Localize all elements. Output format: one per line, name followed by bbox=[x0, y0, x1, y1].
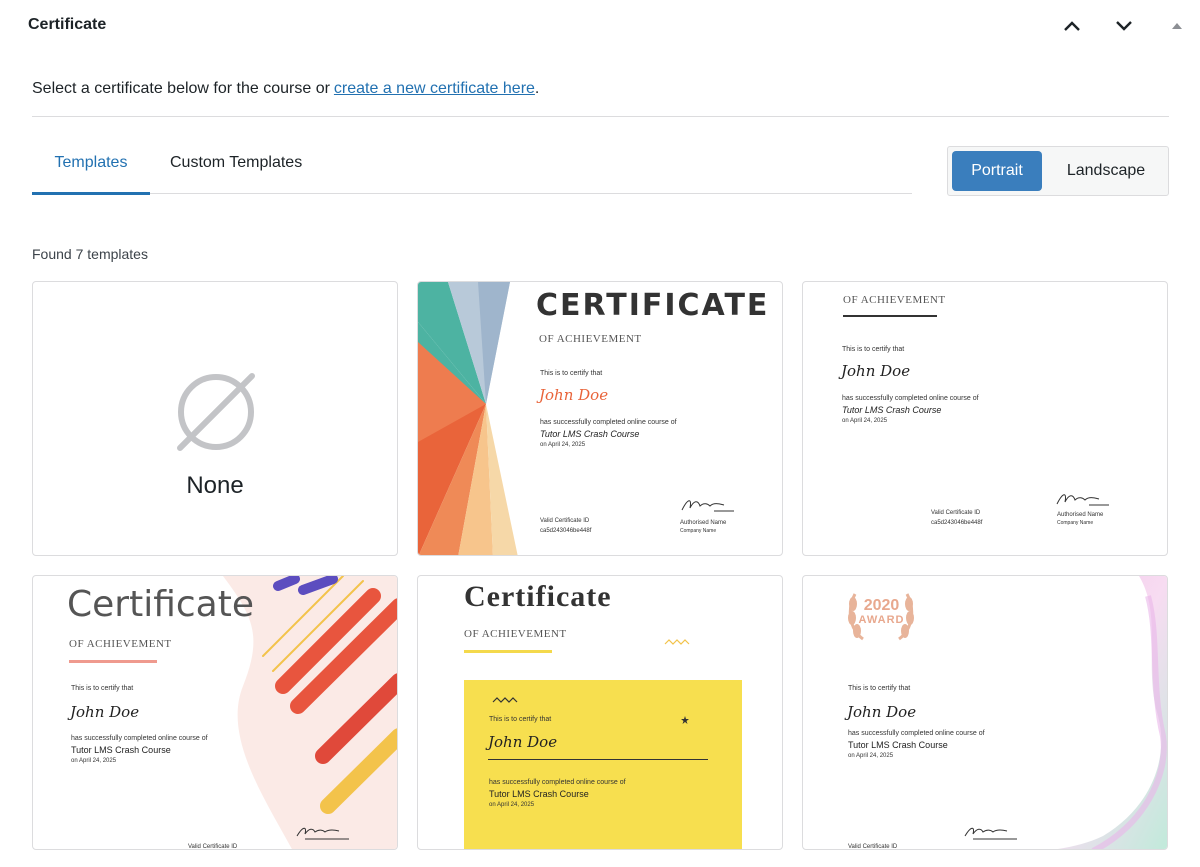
template-card-stripes[interactable]: Certificate OF ACHIEVEMENT This is to ce… bbox=[32, 575, 398, 850]
cert-certify-text: This is to certify that bbox=[540, 370, 603, 377]
cert-subheading: OF ACHIEVEMENT bbox=[539, 333, 642, 345]
cert-valid-label: Valid Certificate ID bbox=[931, 510, 981, 516]
cert-certify-text: This is to certify that bbox=[71, 685, 134, 692]
template-card-geometric[interactable]: CERTIFICATE OF ACHIEVEMENT This is to ce… bbox=[417, 281, 783, 556]
cert-name: John Doe bbox=[488, 733, 558, 751]
active-tab-indicator bbox=[32, 192, 150, 195]
cert-name: John Doe bbox=[70, 703, 140, 721]
badge-text: AWARD bbox=[858, 614, 905, 626]
cert-valid-label: Valid Certificate ID bbox=[188, 844, 238, 850]
create-certificate-link[interactable]: create a new certificate here bbox=[334, 80, 535, 97]
cert-valid-label: Valid Certificate ID bbox=[848, 844, 898, 850]
landscape-button[interactable]: Landscape bbox=[1048, 151, 1164, 191]
template-tabs: Templates Custom Templates bbox=[32, 140, 912, 195]
cert-subheading: OF ACHIEVEMENT bbox=[843, 294, 946, 306]
star-icon bbox=[681, 716, 689, 724]
tab-templates[interactable]: Templates bbox=[32, 154, 150, 172]
signature-icon bbox=[296, 827, 349, 840]
template-card-minimal[interactable]: OF ACHIEVEMENT This is to certify that J… bbox=[802, 281, 1168, 556]
cert-signer: Authorised Name bbox=[1057, 512, 1104, 518]
cert-heading: Certificate bbox=[67, 584, 254, 625]
tab-custom-templates[interactable]: Custom Templates bbox=[170, 154, 302, 172]
cert-company: Company Name bbox=[680, 528, 717, 534]
cert-date: on April 24, 2025 bbox=[842, 418, 888, 424]
orientation-toggle: Portrait Landscape bbox=[947, 146, 1169, 196]
template-card-yellow[interactable]: Certificate OF ACHIEVEMENT This is to ce… bbox=[417, 575, 783, 850]
cert-course: Tutor LMS Crash Course bbox=[540, 429, 640, 439]
cert-course: Tutor LMS Crash Course bbox=[842, 405, 942, 415]
cert-valid-id: ca5d243046be448f bbox=[540, 528, 592, 534]
cert-certify-text: This is to certify that bbox=[842, 346, 905, 353]
triangle-up-icon bbox=[1172, 23, 1182, 29]
signature-icon bbox=[964, 827, 1017, 840]
cert-name: John Doe bbox=[847, 703, 917, 721]
squiggle-icon bbox=[664, 639, 690, 645]
none-icon bbox=[177, 373, 255, 451]
toggle-panel-button[interactable] bbox=[1163, 12, 1191, 40]
template-card-award[interactable]: 2020 AWARD This is to certify that John … bbox=[802, 575, 1168, 850]
chevron-up-icon bbox=[1064, 21, 1080, 31]
template-card-none[interactable]: None bbox=[32, 281, 398, 556]
cert-company: Company Name bbox=[1057, 520, 1094, 526]
certificate-panel-header: Certificate bbox=[0, 0, 1200, 52]
none-label: None bbox=[186, 472, 244, 499]
cert-date: on April 24, 2025 bbox=[489, 802, 535, 808]
cert-completed-text: has successfully completed online course… bbox=[842, 395, 979, 402]
heading-rule bbox=[843, 315, 937, 317]
cert-certify-text: This is to certify that bbox=[489, 716, 552, 723]
chevron-down-icon bbox=[1116, 21, 1132, 31]
panel-title: Certificate bbox=[28, 16, 107, 33]
squiggle-icon bbox=[492, 697, 518, 703]
cert-course: Tutor LMS Crash Course bbox=[489, 789, 589, 799]
cert-name: John Doe bbox=[539, 386, 609, 404]
cert-course: Tutor LMS Crash Course bbox=[71, 745, 171, 755]
cert-name: John Doe bbox=[841, 362, 911, 380]
badge-year: 2020 bbox=[863, 597, 900, 614]
move-down-button[interactable] bbox=[1110, 12, 1138, 40]
portrait-button[interactable]: Portrait bbox=[952, 151, 1042, 191]
cert-valid-label: Valid Certificate ID bbox=[540, 518, 590, 524]
intro-label: Select a certificate below for the cours… bbox=[32, 80, 330, 97]
name-rule bbox=[488, 759, 708, 760]
signature-icon bbox=[681, 500, 734, 512]
intro-text: Select a certificate below for the cours… bbox=[32, 80, 539, 98]
cert-valid-id: ca5d243046be448f bbox=[931, 520, 983, 526]
intro-suffix: . bbox=[534, 80, 540, 97]
signature-icon bbox=[1056, 494, 1109, 506]
heading-rule bbox=[69, 660, 157, 663]
move-up-button[interactable] bbox=[1058, 12, 1086, 40]
cert-heading: CERTIFICATE bbox=[536, 288, 770, 323]
cert-completed-text: has successfully completed online course… bbox=[540, 419, 677, 426]
cert-subheading: OF ACHIEVEMENT bbox=[464, 628, 567, 640]
cert-completed-text: has successfully completed online course… bbox=[489, 779, 626, 786]
cert-completed-text: has successfully completed online course… bbox=[71, 735, 208, 742]
cert-heading: Certificate bbox=[464, 580, 612, 613]
cert-date: on April 24, 2025 bbox=[848, 753, 894, 759]
divider bbox=[32, 116, 1169, 117]
none-option: None bbox=[33, 282, 397, 555]
cert-completed-text: has successfully completed online course… bbox=[848, 730, 985, 737]
cert-subheading: OF ACHIEVEMENT bbox=[69, 638, 172, 650]
templates-count: Found 7 templates bbox=[32, 246, 148, 262]
cert-course: Tutor LMS Crash Course bbox=[848, 740, 948, 750]
cert-date: on April 24, 2025 bbox=[540, 442, 586, 448]
heading-rule bbox=[464, 650, 552, 653]
cert-certify-text: This is to certify that bbox=[848, 685, 911, 692]
cert-signer: Authorised Name bbox=[680, 520, 727, 526]
cert-date: on April 24, 2025 bbox=[71, 758, 117, 764]
